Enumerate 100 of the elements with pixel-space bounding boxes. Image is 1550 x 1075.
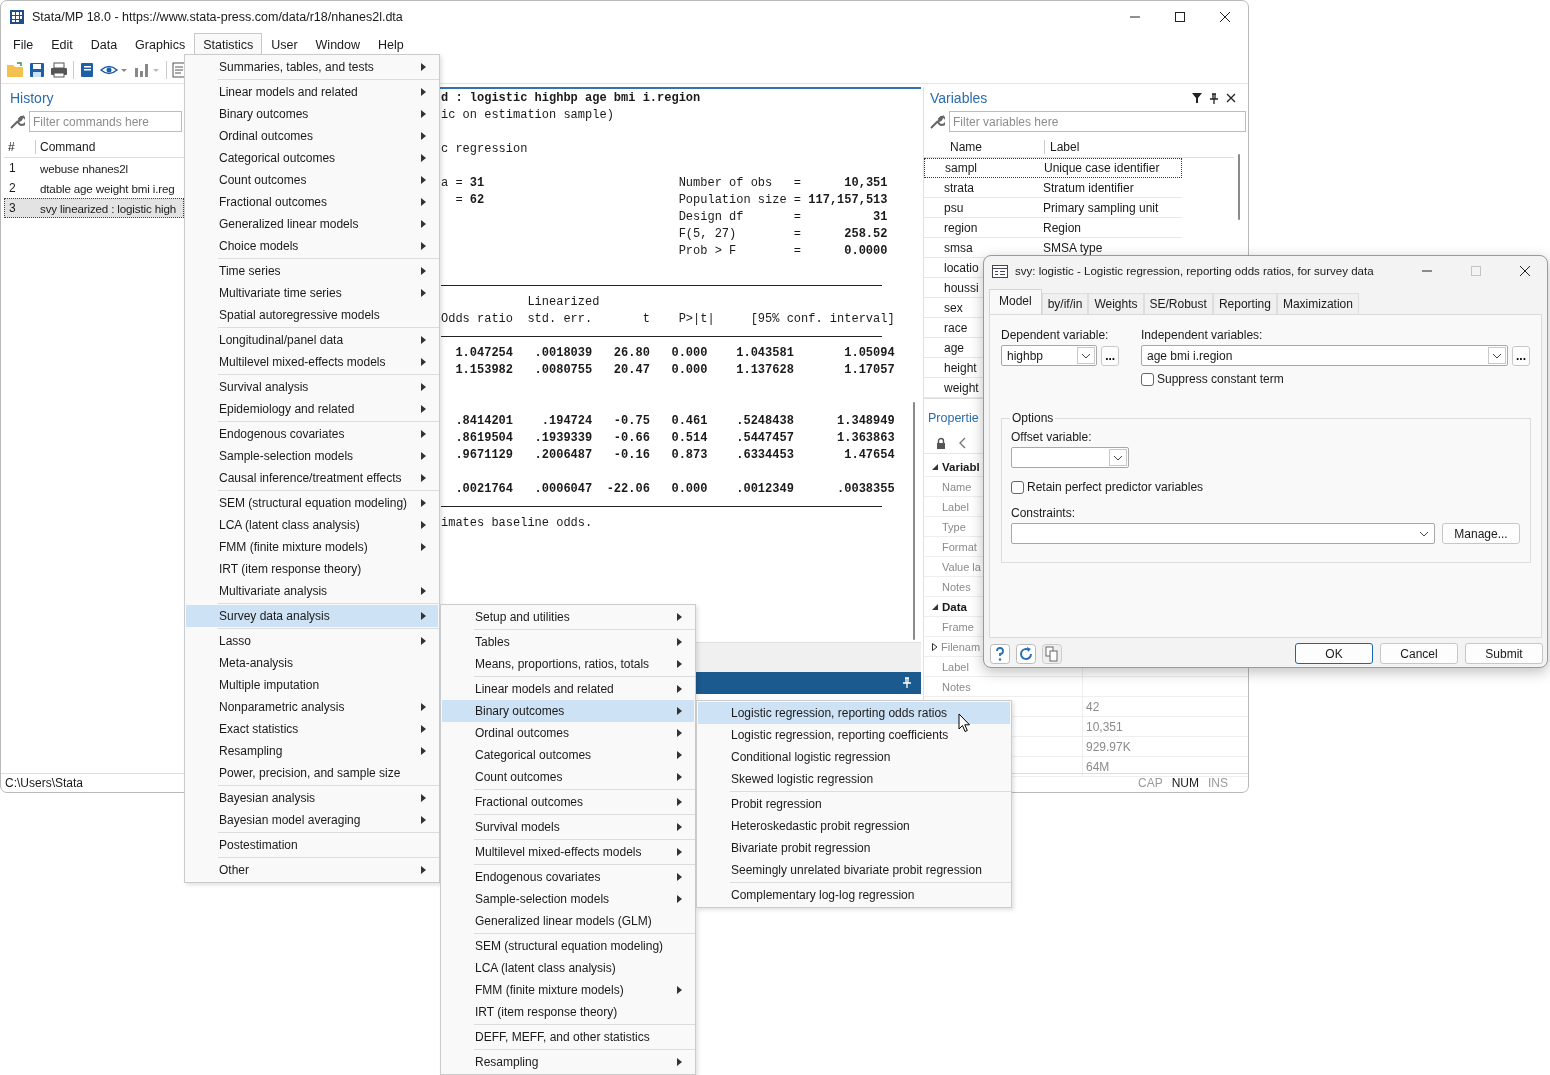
menu-item[interactable]: Multiple imputation [186,674,438,696]
menu-item[interactable]: SEM (structural equation modeling) [442,935,694,957]
menu-item[interactable]: Endogenous covariates [442,866,694,888]
pin-icon[interactable] [1209,92,1219,104]
dropdown-field[interactable]: highbp [1001,345,1098,366]
menu-item[interactable]: Count outcomes [442,766,694,788]
tab[interactable]: SE/Robust [1143,293,1213,314]
dropdown-field[interactable] [1011,447,1129,468]
tab[interactable]: by/if/in [1041,293,1089,314]
menu-item[interactable]: Multivariate analysis [186,580,438,602]
menu-item[interactable]: Binary outcomes [442,700,694,722]
expand-icon[interactable] [932,642,938,651]
menu-item[interactable]: Seemingly unrelated bivariate probit regression [698,859,1010,881]
tab[interactable]: Weights [1088,293,1144,314]
menu-bar-item[interactable]: Graphics [126,33,195,56]
menu-item[interactable]: Categorical outcomes [442,744,694,766]
reset-icon[interactable] [1016,643,1036,664]
menu-item[interactable]: LCA (latent class analysis) [186,514,438,536]
menu-item[interactable]: Endogenous covariates [186,423,438,445]
menu-item[interactable]: Resampling [186,740,438,762]
menu-item[interactable]: IRT (item response theory) [186,558,438,580]
browse-button[interactable]: ... [1101,345,1119,366]
menu-item[interactable]: DEFF, MEFF, and other statistics [442,1026,694,1048]
menu-item[interactable]: Binary outcomes [186,103,438,125]
menu-item[interactable]: FMM (finite mixture models) [442,979,694,1001]
menu-item[interactable]: Epidemiology and related [186,398,438,420]
column-header[interactable]: Label [1044,140,1188,154]
menu-item[interactable]: Choice models [186,235,438,257]
scrollbar-thumb[interactable] [1238,154,1240,220]
menu-bar-item[interactable]: File [4,33,43,56]
menu-item[interactable]: Complementary log-log regression [698,884,1010,906]
menu-item[interactable]: Meta-analysis [186,652,438,674]
menu-bar-item[interactable]: Data [81,33,127,56]
menu-item[interactable]: SEM (structural equation modeling) [186,492,438,514]
wrench-icon[interactable] [9,113,25,130]
browse-button[interactable]: ... [1512,345,1530,366]
filter-field[interactable]: Filter commands here [29,111,182,132]
menu-item[interactable]: Summaries, tables, and tests [186,56,438,78]
help-icon[interactable] [990,643,1010,664]
history-row[interactable]: 1 webuse nhanes2l [4,158,184,178]
menu-item[interactable]: Multilevel mixed-effects models [186,351,438,373]
copy-icon[interactable] [1042,643,1062,664]
dropdown-field[interactable]: age bmi i.region [1141,345,1508,366]
menu-item[interactable]: Fractional outcomes [442,791,694,813]
menu-item[interactable]: Ordinal outcomes [186,125,438,147]
variable-row[interactable]: strata Stratum identifier [924,178,1182,198]
variable-row[interactable]: sampl Unique case identifier [924,158,1182,178]
menu-item[interactable]: Lasso [186,630,438,652]
menu-item[interactable]: Bivariate probit regression [698,837,1010,859]
menu-item[interactable]: Fractional outcomes [186,191,438,213]
menu-item[interactable]: Conditional logistic regression [698,746,1010,768]
menu-item[interactable]: Nonparametric analysis [186,696,438,718]
menu-item[interactable]: Generalized linear models [186,213,438,235]
checkbox[interactable] [1011,480,1024,494]
menu-item[interactable]: Spatial autoregressive models [186,304,438,326]
printer-icon[interactable] [50,61,68,78]
menu-item[interactable]: Postestimation [186,834,438,856]
menu-item[interactable]: Power, precision, and sample size [186,762,438,784]
menu-item[interactable]: Multilevel mixed-effects models [442,841,694,863]
collapse-icon[interactable] [931,602,939,611]
manage-button[interactable]: Manage... [1442,523,1520,544]
history-row[interactable]: 3 svy linearized : logistic high [4,198,184,218]
menu-item[interactable]: Categorical outcomes [186,147,438,169]
menu-item[interactable]: Survival analysis [186,376,438,398]
menu-item[interactable]: Longitudinal/panel data [186,329,438,351]
menu-item[interactable]: Exact statistics [186,718,438,740]
history-row[interactable]: 2 dtable age weight bmi i.reg [4,178,184,198]
wrench-icon[interactable] [929,113,945,130]
column-header[interactable]: Name [924,140,1044,154]
column-header[interactable]: Command [35,140,96,154]
collapse-icon[interactable] [931,462,939,471]
save-icon[interactable] [29,61,45,78]
lock-icon[interactable] [936,437,946,449]
menu-item[interactable]: Generalized linear models (GLM) [442,910,694,932]
menu-item[interactable]: Survey data analysis [186,605,438,627]
menu-item[interactable]: Heteroskedastic probit regression [698,815,1010,837]
dropdown-field[interactable] [1011,523,1435,544]
checkbox[interactable] [1141,372,1154,386]
menu-item[interactable]: Count outcomes [186,169,438,191]
menu-item[interactable]: Linear models and related [442,678,694,700]
menu-item[interactable]: Means, proportions, ratios, totals [442,653,694,675]
menu-item[interactable]: Survival models [442,816,694,838]
menu-bar-item[interactable]: Help [369,33,413,56]
menu-item[interactable]: FMM (finite mixture models) [186,536,438,558]
dialog-button[interactable]: Cancel [1380,643,1458,664]
tab[interactable]: Maximization [1276,293,1359,314]
menu-item[interactable]: Logistic regression, reporting coefficients [698,724,1010,746]
menu-item[interactable]: Resampling [442,1051,694,1073]
menu-item[interactable]: Time series [186,260,438,282]
column-header[interactable]: # [4,140,35,154]
notebook-icon[interactable] [79,61,95,78]
menu-item[interactable]: LCA (latent class analysis) [442,957,694,979]
menu-item[interactable]: Setup and utilities [442,606,694,628]
close-icon[interactable] [1219,10,1231,23]
menu-bar-item[interactable]: Edit [42,33,82,56]
menu-item[interactable]: Tables [442,631,694,653]
close-icon[interactable] [1226,93,1236,103]
menu-bar-item[interactable]: Window [306,33,370,56]
menu-item[interactable]: Causal inference/treatment effects [186,467,438,489]
menu-bar-item[interactable]: User [262,33,307,56]
